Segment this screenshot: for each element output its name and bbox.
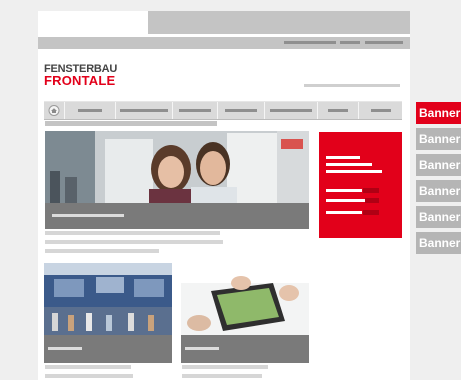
banner-button[interactable]: Banner — [416, 128, 461, 150]
hero-photo — [45, 131, 309, 203]
banner-button[interactable]: Banner — [416, 206, 461, 228]
utility-link[interactable] — [284, 41, 336, 44]
teaser-caption — [44, 335, 172, 363]
promo-title-placeholder — [326, 170, 382, 173]
nav-item-label-placeholder — [225, 109, 257, 112]
promo-title-placeholder — [326, 163, 372, 166]
hero-photo-illustration — [45, 131, 309, 203]
nav-item[interactable] — [265, 102, 318, 119]
site-logo[interactable]: FENSTERBAU FRONTALE — [44, 63, 117, 87]
banner-button[interactable]: Banner — [416, 154, 461, 176]
hero-text-line — [45, 249, 159, 253]
promo-box[interactable] — [319, 132, 402, 238]
tagline-placeholder — [304, 84, 400, 87]
nav-item[interactable] — [116, 102, 173, 119]
nav-item[interactable] — [218, 102, 265, 119]
utility-link[interactable] — [365, 41, 403, 44]
teaser-photo — [181, 263, 309, 335]
nav-item-label-placeholder — [179, 109, 211, 112]
teaser-photo-illustration — [44, 263, 172, 335]
nav-item[interactable] — [318, 102, 359, 119]
promo-link-placeholder[interactable] — [326, 199, 366, 202]
nav-item-label-placeholder — [78, 109, 102, 112]
teaser-photo-illustration — [181, 263, 309, 335]
teaser-title-placeholder — [48, 347, 82, 350]
logo-text-line2: FRONTALE — [44, 73, 116, 88]
banner-button[interactable]: Banner — [416, 180, 461, 202]
promo-title-placeholder — [326, 156, 360, 159]
promo-link-marker — [363, 188, 379, 193]
nav-item-label-placeholder — [120, 109, 168, 112]
promo-link-placeholder[interactable] — [326, 189, 362, 192]
utility-bar — [38, 37, 410, 49]
nav-item-label-placeholder — [328, 109, 348, 112]
nav-item-label-placeholder — [371, 109, 391, 112]
promo-link-placeholder[interactable] — [326, 211, 362, 214]
nav-item-label-placeholder — [270, 109, 312, 112]
hero-caption — [45, 203, 309, 229]
nav-item[interactable] — [65, 102, 116, 119]
teaser-text-line — [45, 365, 131, 369]
nav-home-button[interactable] — [44, 102, 65, 119]
teaser-caption — [181, 335, 309, 363]
breadcrumb-placeholder — [45, 121, 217, 126]
teaser-photo — [44, 263, 172, 335]
hero-caption-title-placeholder — [52, 214, 124, 217]
banner-button[interactable]: Banner — [416, 232, 461, 254]
top-ad-placeholder — [148, 11, 410, 34]
hero-text-line — [45, 231, 220, 235]
home-icon — [48, 105, 60, 116]
page-wireframe: FENSTERBAU FRONTALE — [38, 11, 410, 380]
promo-link-marker — [363, 210, 379, 215]
main-navigation — [44, 101, 402, 120]
teaser-text-line — [182, 365, 268, 369]
nav-item[interactable] — [359, 102, 402, 119]
banner-button[interactable]: Banner — [416, 102, 461, 124]
promo-link-marker — [365, 198, 379, 203]
teaser-text-line — [182, 374, 262, 378]
hero-teaser[interactable] — [45, 131, 309, 229]
teaser-text-line — [45, 374, 133, 378]
nav-item[interactable] — [173, 102, 218, 119]
teaser-title-placeholder — [185, 347, 219, 350]
hero-text-line — [45, 240, 223, 244]
teaser-card[interactable] — [44, 263, 172, 363]
teaser-card[interactable] — [181, 263, 309, 363]
utility-link[interactable] — [340, 41, 360, 44]
